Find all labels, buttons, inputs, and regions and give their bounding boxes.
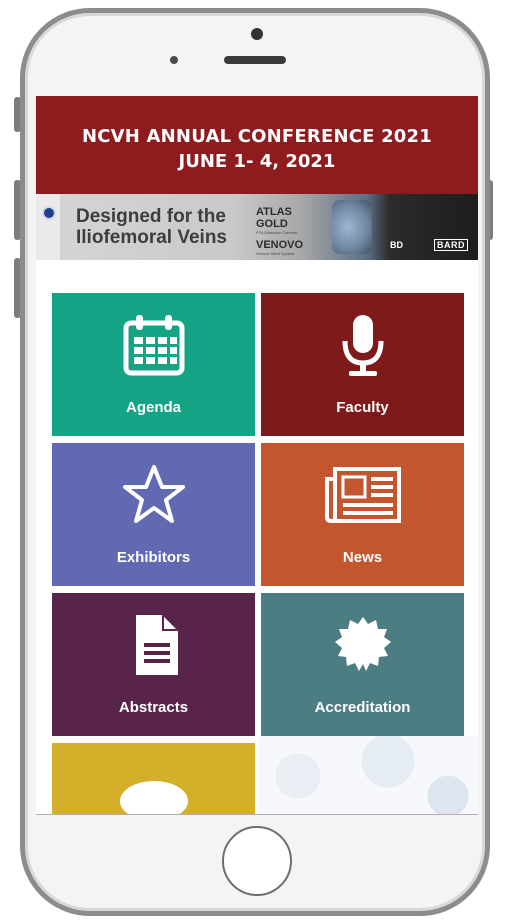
product-name: VENOVO	[256, 239, 304, 251]
star-icon	[52, 463, 255, 527]
earpiece-speaker	[224, 56, 286, 64]
tile-abstracts[interactable]: Abstracts	[52, 593, 255, 736]
tile-news[interactable]: News	[261, 443, 464, 586]
tile-exhibitors[interactable]: Exhibitors	[52, 443, 255, 586]
tile-label: News	[342, 549, 383, 566]
banner-products: ATLAS GOLD PTA Dilatation Catheter VENOV…	[256, 206, 326, 257]
conference-title: NCVH ANNUAL CONFERENCE 2021	[82, 126, 432, 147]
catheter-image	[332, 200, 372, 254]
tile-agenda[interactable]: Agenda	[52, 293, 255, 436]
hexagon-pattern	[258, 736, 478, 814]
banner-tagline: Designed for the Iliofemoral Veins	[76, 206, 227, 248]
badge-icon	[261, 613, 464, 677]
home-button[interactable]	[222, 826, 292, 896]
bd-logo-icon	[42, 206, 56, 220]
screen-bottom-edge	[36, 814, 478, 815]
conference-dates: JUNE 1- 4, 2021	[178, 151, 336, 172]
bd-logo: BD	[390, 240, 403, 250]
tile-label: Faculty	[336, 399, 389, 416]
bd-sidebar	[36, 194, 60, 260]
sensor-dot	[170, 56, 178, 64]
conference-header: NCVH ANNUAL CONFERENCE 2021 JUNE 1- 4, 2…	[36, 96, 478, 194]
sponsor-banner[interactable]: Designed for the Iliofemoral Veins ATLAS…	[36, 194, 478, 260]
camera-icon	[251, 28, 263, 40]
tile-faculty[interactable]: Faculty	[261, 293, 464, 436]
document-icon	[52, 613, 255, 677]
microphone-icon	[261, 313, 464, 377]
tile-label: Accreditation	[314, 699, 411, 716]
partial-tile-icon	[120, 781, 188, 814]
tile-label: Exhibitors	[116, 549, 191, 566]
bard-logo: BARD	[434, 239, 468, 251]
calendar-icon	[52, 313, 255, 377]
product-name: ATLAS GOLD	[256, 206, 292, 230]
product-sub: PTA Dilatation Catheter	[256, 230, 298, 235]
app-screen: NCVH ANNUAL CONFERENCE 2021 JUNE 1- 4, 2…	[36, 96, 478, 814]
tile-partial[interactable]	[52, 743, 255, 814]
product-sub: Venous Stent System	[256, 251, 295, 256]
tile-accreditation[interactable]: Accreditation	[261, 593, 464, 736]
tile-label: Abstracts	[118, 699, 189, 716]
newspaper-icon	[261, 463, 464, 527]
tile-label: Agenda	[125, 399, 181, 416]
